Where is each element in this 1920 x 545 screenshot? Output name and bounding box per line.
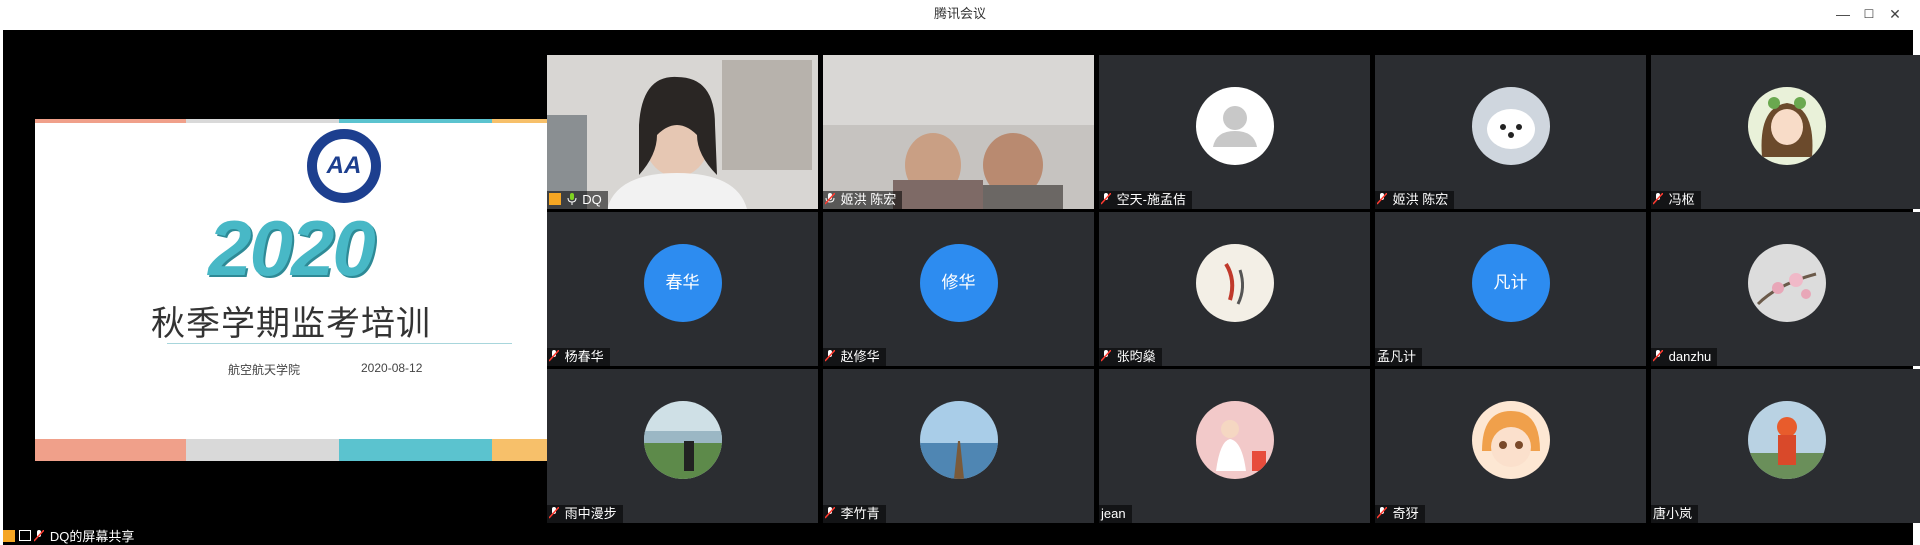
participant-name-tag: 张昀燊: [1099, 348, 1162, 366]
participant-tile[interactable]: 春华 杨春华: [547, 212, 818, 366]
slide-stripe-top: [186, 119, 339, 123]
participant-tile[interactable]: 奇犽: [1375, 369, 1646, 523]
koi-fish-avatar-icon: [1195, 244, 1274, 322]
participant-name-tag: jean: [1099, 505, 1132, 523]
host-icon: [3, 530, 15, 542]
participant-name-tag: 奇犽: [1375, 505, 1425, 523]
participant-name: 孟凡计: [1377, 349, 1417, 364]
mic-muted-icon: [1377, 507, 1387, 519]
initials-avatar: 凡计: [1471, 244, 1550, 322]
participant-name-tag: 冯枢: [1651, 191, 1701, 209]
slide-stripe-bottom: [492, 439, 547, 461]
participant-name: 雨中漫步: [564, 506, 617, 521]
participant-name: jean: [1101, 506, 1126, 521]
maximize-button[interactable]: ☐: [1858, 4, 1880, 24]
participant-name: 奇犽: [1392, 506, 1419, 521]
default-user-icon: [1195, 87, 1274, 165]
mic-muted-icon: [549, 350, 559, 362]
initials-avatar: 春华: [643, 244, 722, 322]
participant-name: 赵修华: [840, 349, 880, 364]
slide-year: 2020: [208, 204, 376, 292]
mic-muted-icon: [825, 350, 835, 362]
mic-muted-icon: [1377, 193, 1387, 205]
share-status-label: DQ的屏幕共享: [49, 529, 135, 544]
mic-muted-icon: [825, 507, 835, 519]
participant-name: 张昀燊: [1116, 349, 1156, 364]
participant-tile-video[interactable]: DQ: [547, 55, 818, 209]
participant-tile[interactable]: 姬洪 陈宏: [1375, 55, 1646, 209]
slide-stripe-bottom: [339, 439, 492, 461]
host-icon: [549, 193, 561, 205]
shared-screen-slide: AA 2020 秋季学期监考培训 航空航天学院 2020-08-12: [35, 119, 547, 461]
participant-name-tag: 空天-施孟佶: [1099, 191, 1192, 209]
blossom-avatar-icon: [1747, 244, 1826, 322]
participant-name-tag: 唐小岚: [1651, 505, 1699, 523]
slide-stripe-bottom: [35, 439, 186, 461]
participant-tile[interactable]: 凡计 孟凡计: [1375, 212, 1646, 366]
slide-stripe-top: [35, 119, 186, 123]
minimize-button[interactable]: —: [1832, 4, 1854, 24]
participant-tile[interactable]: 唐小岚: [1651, 369, 1920, 523]
slide-date: 2020-08-12: [361, 361, 423, 375]
participant-name-tag: 姬洪 陈宏: [1375, 191, 1455, 209]
participant-name: 冯枢: [1668, 192, 1695, 207]
participant-tile[interactable]: 修华 赵修华: [823, 212, 1094, 366]
participant-tile[interactable]: jean: [1099, 369, 1370, 523]
screen-share-icon: [18, 530, 31, 541]
participant-name: 姬洪 陈宏: [1392, 192, 1449, 207]
slide-stripe-top: [339, 119, 492, 123]
participant-name: DQ: [582, 192, 602, 207]
girl-photo-avatar-icon: [1195, 401, 1274, 479]
participant-tile[interactable]: 冯枢: [1651, 55, 1920, 209]
anime-girl-avatar-icon: [1471, 401, 1550, 479]
participant-tile[interactable]: 李竹青: [823, 369, 1094, 523]
participant-name-tag: 雨中漫步: [547, 505, 623, 523]
meeting-area: AA 2020 秋季学期监考培训 航空航天学院 2020-08-12 DQ 姬洪…: [3, 30, 1920, 545]
participant-tile[interactable]: 空天-施孟佶: [1099, 55, 1370, 209]
mic-muted-icon: [549, 507, 559, 519]
participant-name: 姬洪 陈宏: [840, 192, 897, 207]
participant-name-tag: 姬洪 陈宏: [823, 191, 903, 209]
participant-name: 唐小岚: [1653, 506, 1693, 521]
participant-name-tag: 李竹青: [823, 505, 886, 523]
participant-name-tag: DQ: [547, 191, 608, 209]
mic-muted-icon: [825, 193, 835, 205]
slide-department: 航空航天学院: [228, 363, 301, 377]
slide-stripe-bottom: [186, 439, 339, 461]
participant-tile[interactable]: 张昀燊: [1099, 212, 1370, 366]
participant-name: danzhu: [1668, 349, 1712, 364]
screen-share-status: DQ的屏幕共享: [0, 529, 300, 545]
mic-muted-icon: [1653, 193, 1663, 205]
participant-name: 空天-施孟佶: [1116, 192, 1186, 207]
participant-name-tag: danzhu: [1651, 348, 1718, 366]
initials-avatar: 修华: [919, 244, 998, 322]
participant-name-tag: 孟凡计: [1375, 348, 1423, 366]
cartoon-girl-avatar-icon: [1747, 87, 1826, 165]
participant-tile[interactable]: danzhu: [1651, 212, 1920, 366]
mic-muted-icon: [1653, 350, 1663, 362]
tiger-mascot-avatar-icon: [1747, 401, 1826, 479]
participant-name: 杨春华: [564, 349, 604, 364]
slide-stripe-top: [492, 119, 547, 123]
participant-name-tag: 杨春华: [547, 348, 610, 366]
participant-tile-video[interactable]: 姬洪 陈宏: [823, 55, 1094, 209]
participant-name-tag: 赵修华: [823, 348, 886, 366]
participant-tile[interactable]: 雨中漫步: [547, 369, 818, 523]
close-button[interactable]: ✕: [1884, 4, 1906, 24]
mic-muted-icon: [1101, 193, 1111, 205]
mic-muted-icon: [34, 530, 45, 542]
participant-name: 李竹青: [840, 506, 880, 521]
white-dog-avatar-icon: [1471, 87, 1550, 165]
slide-title: 秋季学期监考培训: [151, 305, 431, 343]
mic-muted-icon: [1101, 350, 1111, 362]
university-logo-icon: AA: [307, 129, 381, 203]
mic-icon: [567, 193, 577, 205]
app-title: 腾讯会议: [933, 6, 986, 21]
lakeside-avatar-icon: [643, 401, 722, 479]
title-bar: 腾讯会议 — ☐ ✕: [0, 0, 1920, 28]
slide-divider: [167, 343, 512, 344]
pier-avatar-icon: [919, 401, 998, 479]
participant-video-icon: [547, 55, 818, 209]
participant-video-icon: [823, 55, 1094, 209]
